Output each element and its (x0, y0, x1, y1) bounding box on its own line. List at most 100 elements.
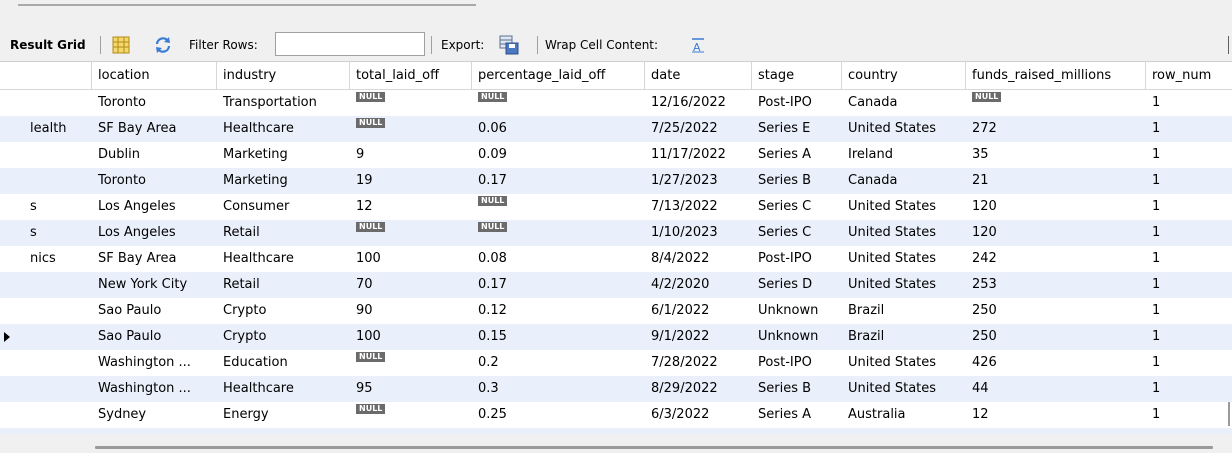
table-cell[interactable]: Retail (217, 220, 350, 246)
table-cell[interactable]: Post-IPO (752, 90, 842, 116)
vertical-scrollbar[interactable] (1228, 402, 1230, 426)
table-row[interactable]: lealth SF Bay Area Healthcare NULL 0.06 7/25/… (0, 116, 1232, 142)
export-icon[interactable] (499, 35, 519, 55)
table-cell[interactable]: 250 (966, 324, 1146, 350)
table-cell[interactable]: 19 (350, 168, 472, 194)
table-cell[interactable]: Healthcare (217, 246, 350, 272)
table-cell[interactable]: SF Bay Area (92, 116, 217, 142)
wrap-text-icon[interactable]: A (690, 37, 706, 53)
table-row[interactable]: Toronto Transportation NULL NULL 12/16/2022 P… (0, 90, 1232, 116)
result-grid-tab[interactable]: Result Grid (10, 38, 86, 52)
table-cell[interactable]: United States (842, 350, 966, 376)
table-cell[interactable]: 6/3/2022 (645, 402, 752, 428)
table-cell[interactable]: 0.17 (472, 272, 645, 298)
column-header-stage[interactable]: stage (752, 62, 842, 90)
table-cell[interactable]: Series A (752, 142, 842, 168)
table-cell[interactable]: Series C (752, 220, 842, 246)
table-cell[interactable]: Retail (217, 272, 350, 298)
table-cell[interactable]: s (0, 194, 92, 220)
table-row[interactable]: New York City Retail 70 0.17 4/2/2020 Series … (0, 272, 1232, 298)
table-cell[interactable]: 90 (350, 298, 472, 324)
table-cell[interactable]: 12 (966, 402, 1146, 428)
table-cell[interactable]: 1 (1146, 324, 1232, 350)
table-cell[interactable]: 7/13/2022 (645, 194, 752, 220)
table-cell[interactable]: 100 (350, 324, 472, 350)
table-cell[interactable]: Canada (842, 90, 966, 116)
table-cell[interactable]: Washington ... (92, 376, 217, 402)
column-header-industry[interactable]: industry (217, 62, 350, 90)
table-cell[interactable]: 0.06 (472, 116, 645, 142)
table-cell[interactable]: Unknown (752, 324, 842, 350)
column-header-row-num[interactable]: row_num (1146, 62, 1232, 90)
table-cell[interactable]: 0.3 (472, 376, 645, 402)
column-header-location[interactable]: location (92, 62, 217, 90)
refresh-icon[interactable] (154, 36, 172, 54)
table-cell[interactable]: Los Angeles (92, 194, 217, 220)
table-cell[interactable]: 242 (966, 246, 1146, 272)
table-cell[interactable]: Post-IPO (752, 246, 842, 272)
table-cell[interactable]: Healthcare (217, 116, 350, 142)
table-cell[interactable]: United States (842, 116, 966, 142)
table-row[interactable]: Dublin Marketing 9 0.09 11/17/2022 Series A Ir… (0, 142, 1232, 168)
table-cell[interactable]: Series B (752, 168, 842, 194)
table-cell[interactable] (0, 142, 92, 168)
table-row[interactable]: s Los Angeles Consumer 12 NULL 7/13/2022 Serie… (0, 194, 1232, 220)
table-cell[interactable]: Transportation (217, 90, 350, 116)
table-cell[interactable]: Dublin (92, 142, 217, 168)
table-cell[interactable]: United States (842, 272, 966, 298)
table-cell[interactable] (0, 402, 92, 428)
table-cell[interactable]: Crypto (217, 324, 350, 350)
table-cell[interactable]: Marketing (217, 168, 350, 194)
table-cell[interactable] (0, 90, 92, 116)
table-cell[interactable]: 44 (966, 376, 1146, 402)
table-cell[interactable]: Toronto (92, 168, 217, 194)
table-cell[interactable]: 0.2 (472, 350, 645, 376)
table-cell[interactable]: Sao Paulo (92, 324, 217, 350)
table-cell[interactable]: 1 (1146, 90, 1232, 116)
table-cell[interactable]: Sydney (92, 402, 217, 428)
table-cell[interactable]: 1/27/2023 (645, 168, 752, 194)
table-cell[interactable]: 1 (1146, 272, 1232, 298)
table-cell[interactable]: United States (842, 376, 966, 402)
column-header-date[interactable]: date (645, 62, 752, 90)
column-header-total-laid-off[interactable]: total_laid_off (350, 62, 472, 90)
table-cell[interactable]: Toronto (92, 90, 217, 116)
table-cell[interactable]: Crypto (217, 298, 350, 324)
filter-rows-input[interactable] (275, 32, 425, 56)
table-cell[interactable]: 12 (350, 194, 472, 220)
table-cell[interactable]: 1 (1146, 220, 1232, 246)
column-header-country[interactable]: country (842, 62, 966, 90)
table-cell[interactable]: 1 (1146, 298, 1232, 324)
table-cell[interactable]: 8/29/2022 (645, 376, 752, 402)
table-cell[interactable]: Canada (842, 168, 966, 194)
table-cell[interactable]: 1 (1146, 350, 1232, 376)
table-cell[interactable]: Series A (752, 402, 842, 428)
table-cell[interactable]: 21 (966, 168, 1146, 194)
table-cell[interactable]: 1 (1146, 116, 1232, 142)
table-cell[interactable]: 1 (1146, 402, 1232, 428)
table-cell[interactable]: NULL (472, 90, 645, 116)
table-cell[interactable]: Energy (217, 402, 350, 428)
table-cell[interactable]: NULL (966, 90, 1146, 116)
column-header-percentage-laid-off[interactable]: percentage_laid_off (472, 62, 645, 90)
table-cell[interactable]: NULL (350, 402, 472, 428)
table-cell[interactable]: 0.25 (472, 402, 645, 428)
table-cell[interactable]: Marketing (217, 142, 350, 168)
table-cell[interactable]: 8/4/2022 (645, 246, 752, 272)
table-cell[interactable]: NULL (350, 220, 472, 246)
table-cell[interactable] (0, 376, 92, 402)
table-cell[interactable]: Los Angeles (92, 220, 217, 246)
table-cell[interactable]: Series C (752, 194, 842, 220)
table-cell[interactable]: Washington ... (92, 350, 217, 376)
grid-view-icon[interactable] (112, 36, 130, 54)
table-row[interactable]: Washington ... Healthcare 95 0.3 8/29/2022 Se… (0, 376, 1232, 402)
table-cell[interactable]: 6/1/2022 (645, 298, 752, 324)
table-cell[interactable]: 35 (966, 142, 1146, 168)
table-cell[interactable]: 0.15 (472, 324, 645, 350)
table-row[interactable]: s Los Angeles Retail NULL NULL 1/10/2023 Serie… (0, 220, 1232, 246)
table-cell[interactable]: Australia (842, 402, 966, 428)
table-cell[interactable]: United States (842, 220, 966, 246)
column-header-row-header[interactable] (0, 62, 92, 90)
table-cell[interactable]: United States (842, 246, 966, 272)
table-cell[interactable]: 426 (966, 350, 1146, 376)
